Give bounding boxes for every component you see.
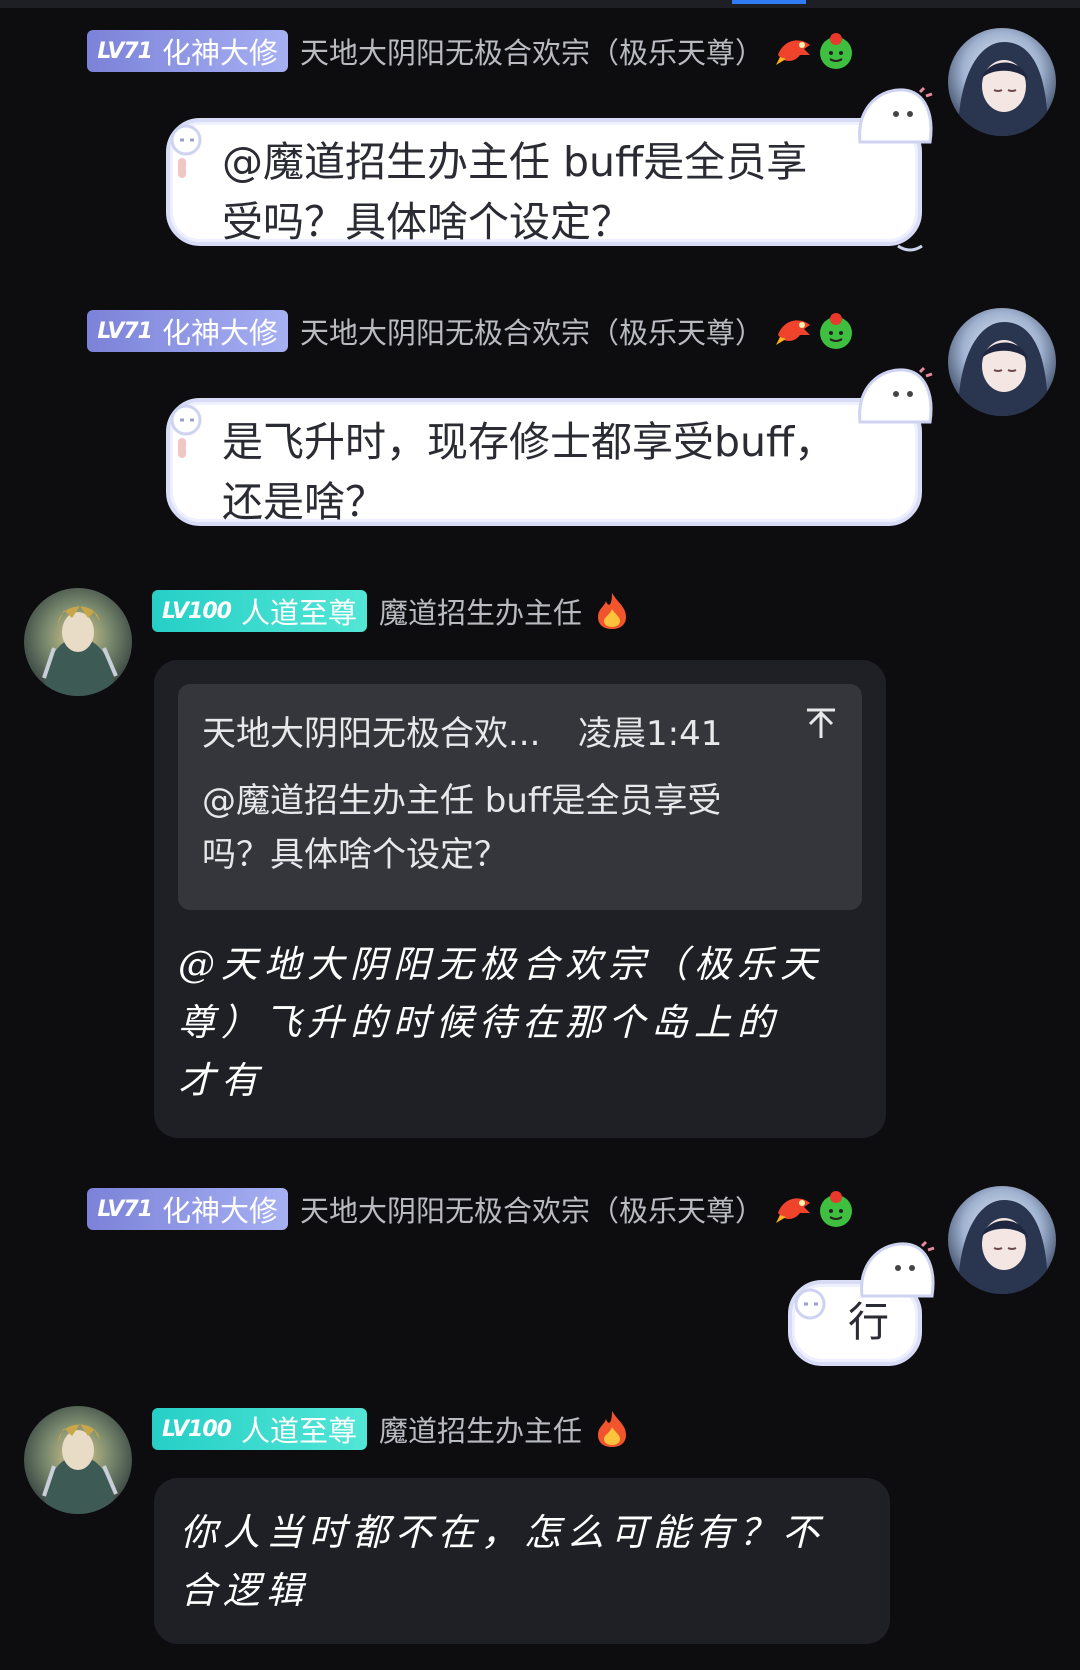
scroll-indicator	[732, 0, 806, 4]
message-bubble[interactable]: 天地大阴阳无极合欢... 凌晨1:41 @魔道招生办主任 buff是全员享受 吗…	[154, 660, 886, 1138]
level-badge: LV71 化神大修	[87, 1188, 288, 1230]
message-text: 行	[848, 1298, 889, 1346]
sender-name[interactable]: 天地大阴阳无极合欢宗（极乐天尊）	[300, 310, 764, 352]
message-text: 是飞升时，现存修士都享受buff，	[222, 418, 836, 466]
avatar[interactable]	[24, 588, 132, 696]
sender-meta: LV71 化神大修 天地大阴阳无极合欢宗（极乐天尊）	[87, 1186, 856, 1232]
fire-emoji	[592, 591, 632, 631]
quote-time: 凌晨1:41	[578, 714, 723, 754]
cloud-decoration-icon	[170, 404, 202, 458]
melon-emoji	[816, 31, 856, 71]
avatar[interactable]	[24, 1406, 132, 1514]
sender-name[interactable]: 天地大阴阳无极合欢宗（极乐天尊）	[300, 1188, 764, 1230]
avatar[interactable]	[948, 28, 1056, 136]
message-text: 你人当时都不在，怎么可能有？不 合逻辑	[180, 1511, 825, 1612]
fire-emoji	[592, 1409, 632, 1449]
message-text: 还是啥？	[222, 478, 386, 526]
level-badge: LV100 人道至尊	[152, 590, 367, 632]
sender-name[interactable]: 魔道招生办主任	[379, 590, 582, 632]
message-text: 受吗？具体啥个设定？	[222, 198, 632, 246]
sender-meta: LV71 化神大修 天地大阴阳无极合欢宗（极乐天尊）	[87, 308, 856, 354]
ghost-decoration-icon	[858, 86, 933, 144]
sender-meta: LV71 化神大修 天地大阴阳无极合欢宗（极乐天尊）	[87, 28, 856, 74]
dragon-emoji	[774, 31, 814, 71]
ghost-decoration-icon	[858, 366, 933, 424]
level-badge: LV100 人道至尊	[152, 1408, 367, 1450]
message-bubble[interactable]: @魔道招生办主任 buff是全员享 受吗？具体啥个设定？	[166, 118, 922, 246]
ghost-decoration-icon	[860, 1240, 935, 1298]
sender-name[interactable]: 天地大阴阳无极合欢宗（极乐天尊）	[300, 30, 764, 72]
message-bubble[interactable]: 你人当时都不在，怎么可能有？不 合逻辑	[154, 1478, 890, 1644]
level-badge: LV71 化神大修	[87, 30, 288, 72]
jump-to-top-icon[interactable]	[804, 706, 838, 740]
message-text: @魔道招生办主任 buff是全员享	[222, 138, 808, 186]
level-badge: LV71 化神大修	[87, 310, 288, 352]
cloud-decoration-icon	[170, 124, 202, 178]
message-text: @天地大阴阳无极合欢宗（极乐天 尊）飞升的时候待在那个岛上的 才有	[178, 943, 823, 1102]
corner-decoration-icon	[897, 244, 923, 252]
top-edge	[0, 0, 1080, 8]
dragon-emoji	[774, 1189, 814, 1229]
sender-meta: LV100 人道至尊 魔道招生办主任	[152, 588, 632, 634]
quoted-message[interactable]: 天地大阴阳无极合欢... 凌晨1:41 @魔道招生办主任 buff是全员享受 吗…	[178, 684, 862, 910]
sender-name[interactable]: 魔道招生办主任	[379, 1408, 582, 1450]
dragon-emoji	[774, 311, 814, 351]
melon-emoji	[816, 1189, 856, 1229]
quote-text: @魔道招生办主任 buff是全员享受 吗？具体啥个设定？	[202, 781, 722, 875]
avatar[interactable]	[948, 308, 1056, 416]
message-bubble[interactable]: 是飞升时，现存修士都享受buff， 还是啥？	[166, 398, 922, 526]
quote-author: 天地大阴阳无极合欢...	[202, 714, 541, 754]
cloud-decoration-icon	[794, 1288, 826, 1320]
avatar[interactable]	[948, 1186, 1056, 1294]
sender-meta: LV100 人道至尊 魔道招生办主任	[152, 1406, 632, 1452]
melon-emoji	[816, 311, 856, 351]
